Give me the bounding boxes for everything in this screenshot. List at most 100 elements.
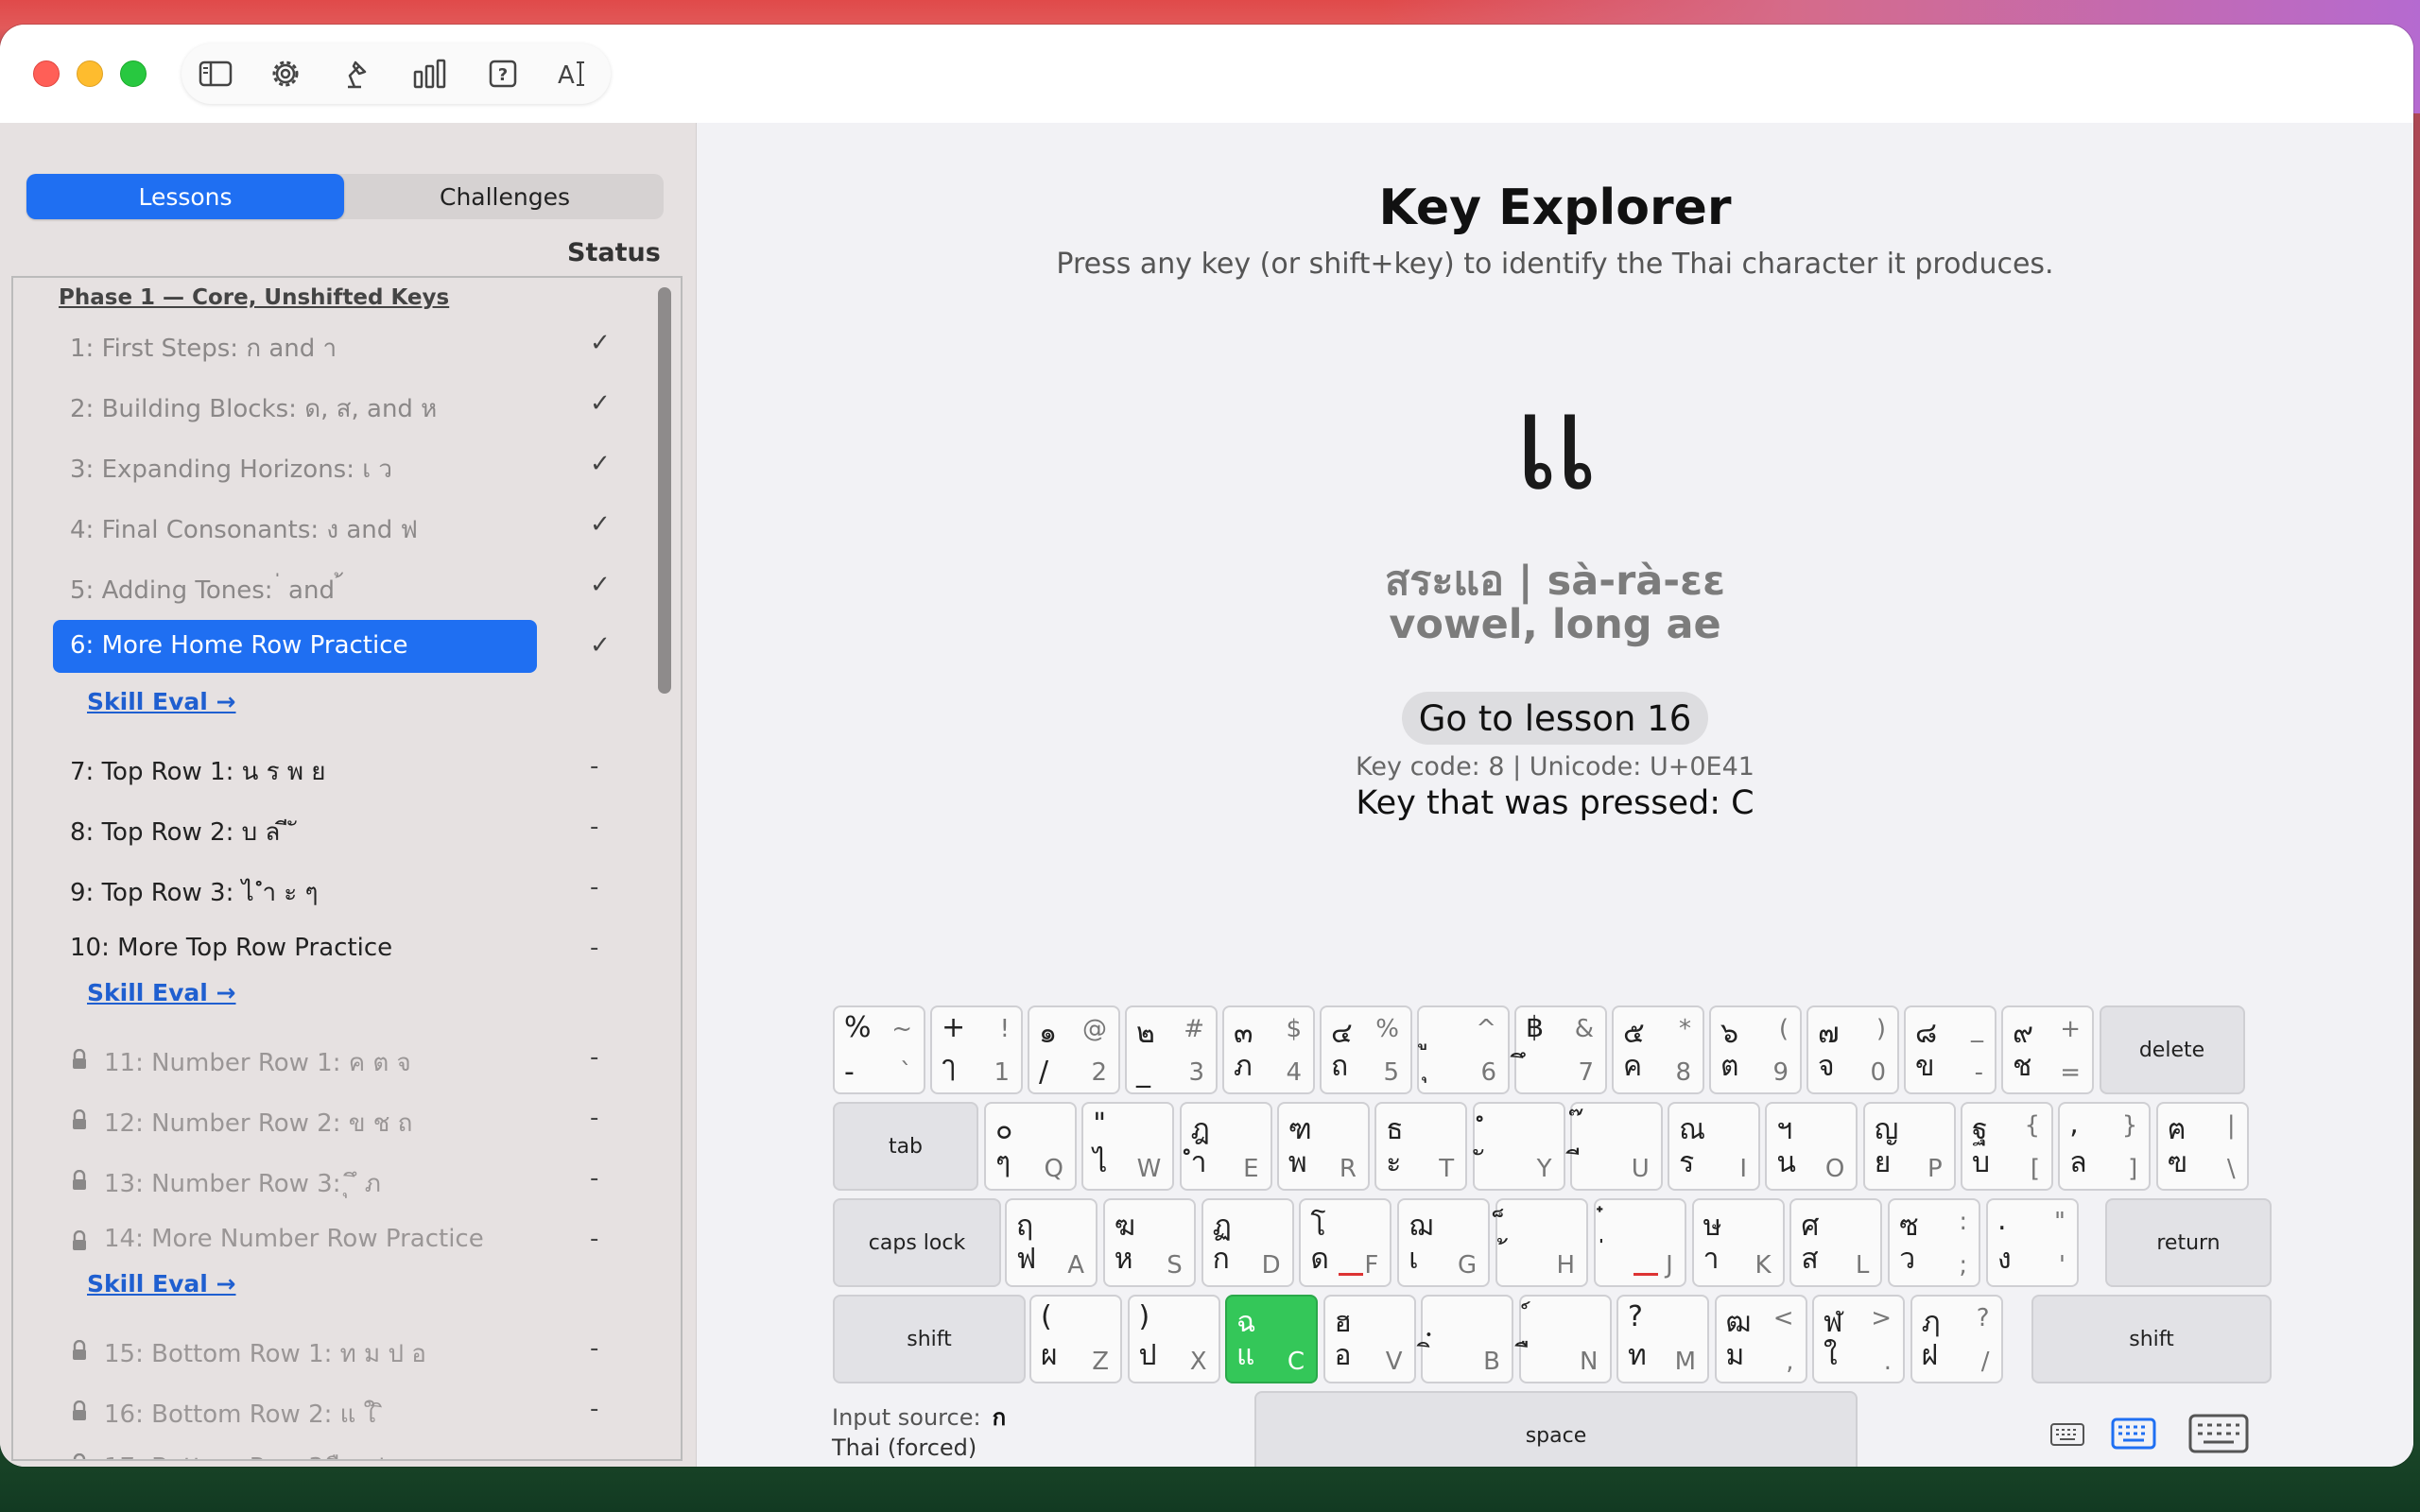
key--[interactable]: ๘ _ ข - (1904, 1005, 1996, 1094)
lesson-row-14[interactable]: 14: More Number Row Practice - (13, 1217, 666, 1266)
key-4[interactable]: ๓ $ ภ 4 (1222, 1005, 1315, 1094)
key-,[interactable]: ฒ < ม, (1714, 1295, 1807, 1383)
key-5[interactable]: ๔% ถ 5 (1320, 1005, 1412, 1094)
key-Q[interactable]: ๐ๆQ (984, 1102, 1077, 1191)
lesson-row-10[interactable]: 10: More Top Row Practice - (13, 926, 666, 975)
key-W[interactable]: " ไ W (1081, 1102, 1175, 1191)
key-Y[interactable]: ํัY (1472, 1102, 1565, 1191)
key-[[interactable]: ฐ{บ[ (1961, 1102, 2053, 1191)
key-U[interactable]: ๊ีU (1569, 1102, 1663, 1191)
skill-eval-link-2[interactable]: Skill Eval → (87, 979, 236, 1006)
key-left-shift[interactable]: shift (833, 1295, 1026, 1383)
key-L[interactable]: ศสL (1789, 1198, 1883, 1287)
tab-lessons[interactable]: Lessons (26, 174, 344, 219)
key-br-label: D (1261, 1251, 1281, 1280)
key-7[interactable]: ฿&ึ7 (1514, 1005, 1607, 1094)
key-6[interactable]: ู^ุ6 (1417, 1005, 1510, 1094)
lesson-row-9[interactable]: 9: Top Row 3: ไ ำ ะ ๆ - (13, 866, 666, 915)
lesson-status: ✓ (590, 631, 611, 660)
key-bl-label: ฝ (1921, 1339, 1939, 1372)
text-size-icon[interactable]: A (552, 53, 594, 94)
small-keyboard-icon[interactable] (2050, 1423, 2084, 1446)
sidebar-icon[interactable] (195, 53, 236, 94)
key-G[interactable]: ฌเG (1397, 1198, 1491, 1287)
key-H[interactable]: ็้H (1495, 1198, 1588, 1287)
key-O[interactable]: ฯนO (1765, 1102, 1858, 1191)
key-caps-lock[interactable]: caps lock (833, 1198, 1001, 1287)
lesson-row-3[interactable]: 3: Expanding Horizons: เ ว ✓ (13, 442, 666, 491)
key-B[interactable]: ฺิB (1421, 1295, 1513, 1383)
lesson-row-2[interactable]: 2: Building Blocks: ด, ส, and ห ✓ (13, 382, 666, 431)
key-F[interactable]: โดF (1299, 1198, 1392, 1287)
key-9[interactable]: ๖(ต 9 (1709, 1005, 1802, 1094)
key-\[interactable]: ฅ | ฃ \ (2155, 1102, 2249, 1191)
lesson-row-13[interactable]: 13: Number Row 3: ุ ึ ภ - (13, 1157, 666, 1206)
key-/[interactable]: ฦ? ฝ / (1910, 1295, 2003, 1383)
key-A[interactable]: ฤฟA (1005, 1198, 1098, 1287)
lesson-row-15[interactable]: 15: Bottom Row 1: ท ม ป อ - (13, 1327, 666, 1376)
key-0[interactable]: ๗) จ 0 (1806, 1005, 1899, 1094)
key-1[interactable]: +! ๅ 1 (930, 1005, 1023, 1094)
minimize-window-button[interactable] (77, 60, 103, 87)
go-to-lesson-button[interactable]: Go to lesson 16 (1402, 692, 1708, 745)
key-3[interactable]: ๒ # _ 3 (1125, 1005, 1218, 1094)
medium-keyboard-icon[interactable] (2111, 1418, 2156, 1450)
skill-eval-link-3[interactable]: Skill Eval → (87, 1270, 236, 1297)
key-delete-label: delete (2138, 1038, 2205, 1062)
key-V[interactable]: ฮอV (1322, 1295, 1416, 1383)
key-2[interactable]: ๑ @ / 2 (1028, 1005, 1120, 1094)
key-bl-label: ข (1915, 1050, 1935, 1083)
segmented-control: Lessons Challenges (26, 174, 664, 219)
lesson-row-16[interactable]: 16: Bottom Row 2: แ ใ ิ - (13, 1387, 666, 1436)
key-.[interactable]: ฬ > ใ. (1812, 1295, 1905, 1383)
desk-lamp-icon[interactable] (337, 53, 378, 94)
bar-chart-icon[interactable] (408, 53, 450, 94)
key-Z[interactable]: (ผ Z (1029, 1295, 1122, 1383)
key-P[interactable]: ญยP (1862, 1102, 1956, 1191)
pressed-key-info: Key that was pressed: C (1356, 784, 1754, 822)
lesson-row-8[interactable]: 8: Top Row 2: บ ล ี ั - (13, 805, 666, 854)
key-X[interactable]: ) ป X (1127, 1295, 1220, 1383)
help-icon[interactable]: ? (482, 53, 524, 94)
key-right-shift[interactable]: shift (2031, 1295, 2272, 1383)
lesson-row-4[interactable]: 4: Final Consonants: ง and ฟ ✓ (13, 503, 666, 552)
key-D[interactable]: ฏกD (1201, 1198, 1294, 1287)
key-`[interactable]: % ~ - ` (833, 1005, 925, 1094)
lesson-row-6-selected[interactable]: 6: More Home Row Practice ✓ (13, 620, 666, 673)
lesson-row-1[interactable]: 1: First Steps: ก and า ✓ (13, 321, 666, 370)
close-window-button[interactable] (33, 60, 60, 87)
page-subtitle: Press any key (or shift+key) to identify… (1056, 248, 2054, 281)
lesson-row-5[interactable]: 5: Adding Tones: ่ and ้ ✓ (13, 563, 666, 612)
key-T[interactable]: ธะT (1374, 1102, 1468, 1191)
key-I[interactable]: ณรI (1668, 1102, 1761, 1191)
key-tab[interactable]: tab (833, 1102, 978, 1191)
key-J[interactable]: ๋่J (1593, 1198, 1686, 1287)
key-space[interactable]: space (1254, 1391, 1858, 1467)
gear-icon[interactable] (265, 53, 306, 94)
lesson-row-17[interactable]: 17: Bottom Row 3: ื ผ ฝ - (13, 1440, 666, 1459)
scrollbar-thumb[interactable] (658, 287, 671, 694)
key-S[interactable]: ฆหS (1102, 1198, 1196, 1287)
lesson-row-7[interactable]: 7: Top Row 1: น ร พ ย - (13, 745, 666, 794)
large-keyboard-icon[interactable] (2188, 1414, 2249, 1453)
tab-challenges[interactable]: Challenges (346, 174, 664, 219)
skill-eval-link-1[interactable]: Skill Eval → (87, 688, 236, 715)
key-return[interactable]: return (2105, 1198, 2272, 1287)
key-R[interactable]: ฑพR (1276, 1102, 1370, 1191)
key-M[interactable]: ? ท M (1616, 1295, 1709, 1383)
key-delete[interactable]: delete (2099, 1005, 2245, 1094)
key-C[interactable]: ฉแC (1225, 1295, 1318, 1383)
page-title: Key Explorer (1378, 180, 1732, 236)
key-K[interactable]: ษาK (1691, 1198, 1785, 1287)
key-N[interactable]: ์ืN (1518, 1295, 1612, 1383)
key-=[interactable]: ๙ + ช = (2001, 1005, 2094, 1094)
lesson-row-12[interactable]: 12: Number Row 2: ข ช ถ - (13, 1096, 666, 1145)
key-][interactable]: ,} ล] (2058, 1102, 2152, 1191)
key-;[interactable]: ซ: ว; (1888, 1198, 1981, 1287)
sidebar-scrollbar[interactable] (656, 287, 673, 1450)
key-'[interactable]: . " ง ' (1986, 1198, 2079, 1287)
zoom-window-button[interactable] (120, 60, 147, 87)
key-8[interactable]: ๕ * ค 8 (1612, 1005, 1704, 1094)
lesson-row-11[interactable]: 11: Number Row 1: ค ต จ - (13, 1036, 666, 1085)
key-E[interactable]: ฎำE (1179, 1102, 1272, 1191)
